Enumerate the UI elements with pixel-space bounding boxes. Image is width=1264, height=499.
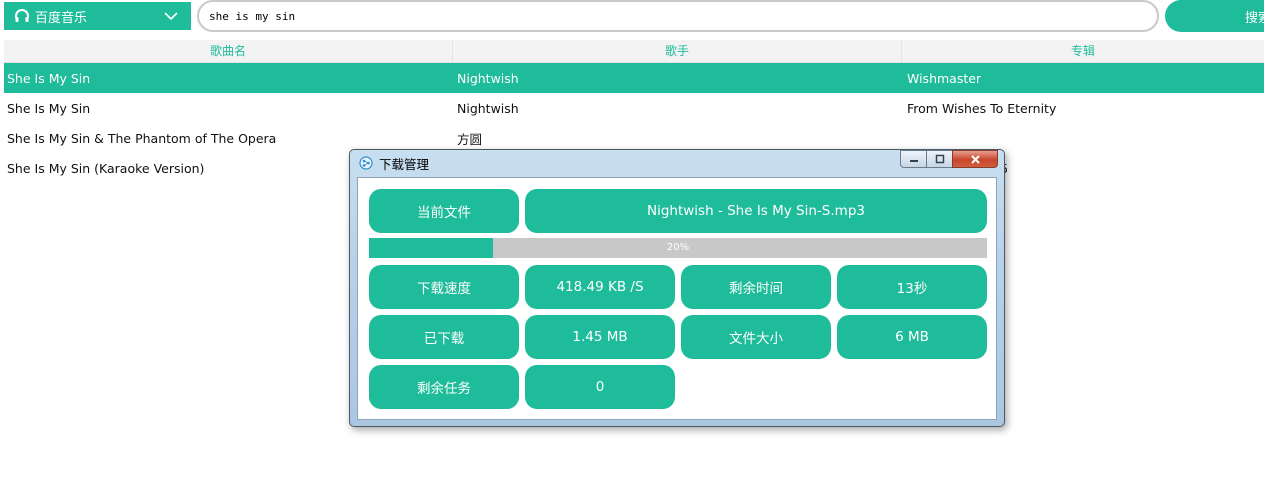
headphones-icon bbox=[15, 9, 29, 22]
share-icon bbox=[359, 156, 373, 170]
source-select[interactable]: 百度音乐 bbox=[4, 2, 191, 30]
column-header-song[interactable]: 歌曲名 bbox=[4, 40, 453, 62]
speed-value: 418.49 KB /S bbox=[525, 265, 675, 309]
file-size-value: 6 MB bbox=[837, 315, 987, 359]
remaining-tasks-value: 0 bbox=[525, 365, 675, 409]
cell-song: She Is My Sin bbox=[7, 100, 91, 116]
close-button[interactable] bbox=[952, 150, 998, 168]
chevron-down-icon bbox=[164, 12, 178, 21]
cell-artist: 方圆 bbox=[457, 131, 483, 147]
source-select-label: 百度音乐 bbox=[35, 10, 88, 26]
cell-song: She Is My Sin & The Phantom of The Opera bbox=[7, 130, 277, 146]
current-file-label: 当前文件 bbox=[369, 189, 519, 233]
column-header-artist[interactable]: 歌手 bbox=[453, 40, 902, 62]
minimize-icon bbox=[909, 160, 918, 162]
dialog-title: 下载管理 bbox=[379, 157, 430, 172]
search-input[interactable] bbox=[197, 0, 1159, 32]
cell-song: She Is My Sin bbox=[7, 70, 91, 86]
download-manager-dialog: 下载管理 当前文件 Nightwish - She Is My Sin-S.mp… bbox=[349, 149, 1005, 427]
table-row[interactable]: She Is My Sin Nightwish From Wishes To E… bbox=[4, 93, 1264, 123]
download-progress-bar: 20% bbox=[369, 238, 987, 258]
table-header: 歌曲名 歌手 专辑 bbox=[4, 40, 1264, 63]
remaining-time-value: 13秒 bbox=[837, 265, 987, 309]
speed-label: 下载速度 bbox=[369, 265, 519, 309]
downloaded-label: 已下载 bbox=[369, 315, 519, 359]
search-button[interactable]: 搜索 bbox=[1165, 0, 1264, 32]
maximize-icon bbox=[935, 154, 944, 164]
close-icon bbox=[970, 154, 980, 164]
minimize-button[interactable] bbox=[900, 150, 926, 168]
file-size-label: 文件大小 bbox=[681, 315, 831, 359]
dialog-content: 当前文件 Nightwish - She Is My Sin-S.mp3 20%… bbox=[357, 177, 997, 420]
cell-artist: Nightwish bbox=[457, 70, 519, 86]
remaining-tasks-label: 剩余任务 bbox=[369, 365, 519, 409]
column-header-album[interactable]: 专辑 bbox=[902, 40, 1264, 62]
progress-text: 20% bbox=[666, 242, 690, 253]
maximize-button[interactable] bbox=[926, 150, 952, 168]
dialog-titlebar[interactable]: 下载管理 bbox=[350, 150, 1004, 176]
table-row[interactable]: She Is My Sin Nightwish Wishmaster bbox=[4, 63, 1264, 93]
remaining-time-label: 剩余时间 bbox=[681, 265, 831, 309]
cell-album: Wishmaster bbox=[907, 70, 982, 86]
cell-artist: Nightwish bbox=[457, 100, 519, 116]
current-file-value: Nightwish - She Is My Sin-S.mp3 bbox=[525, 189, 987, 233]
downloaded-value: 1.45 MB bbox=[525, 315, 675, 359]
cell-album: From Wishes To Eternity bbox=[907, 100, 1057, 116]
window-controls bbox=[900, 150, 998, 168]
